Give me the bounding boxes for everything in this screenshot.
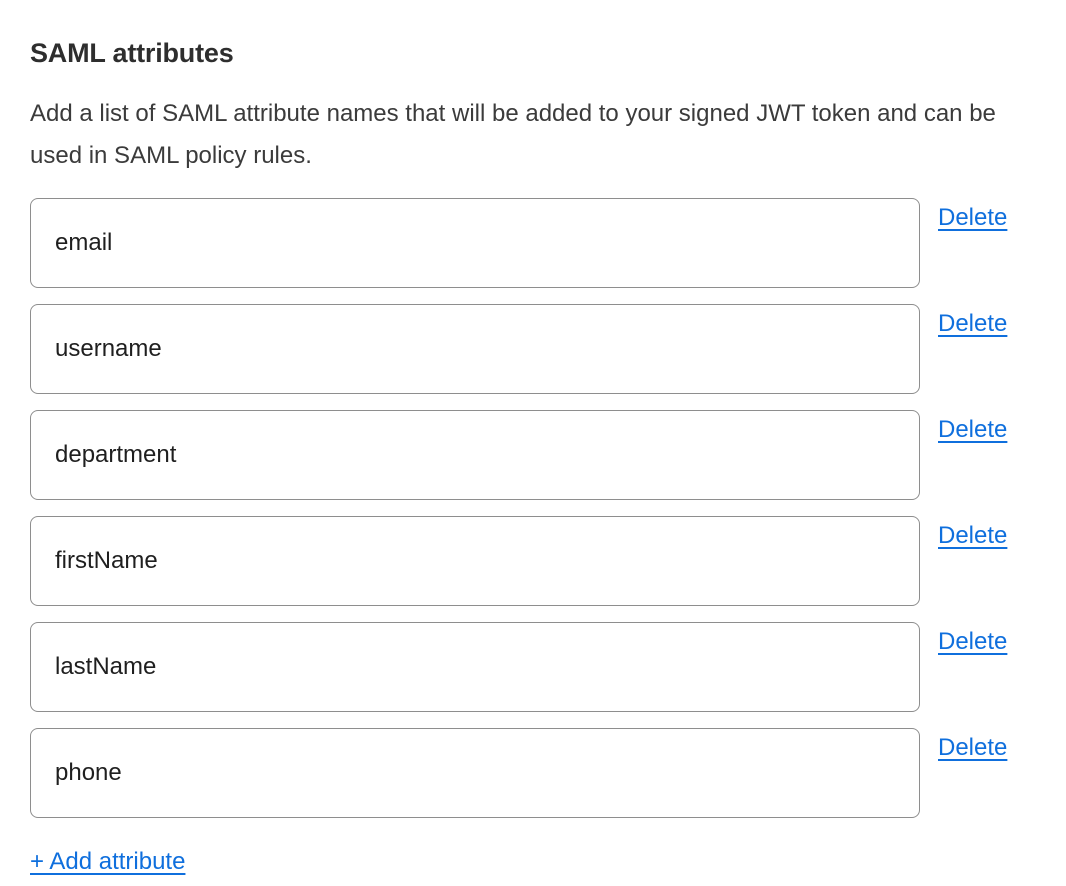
attribute-row: Delete [30,728,1036,818]
attribute-row: Delete [30,516,1036,606]
attribute-input[interactable] [30,410,920,500]
delete-attribute-link[interactable]: Delete [938,416,1007,445]
delete-attribute-link[interactable]: Delete [938,310,1007,339]
delete-attribute-link[interactable]: Delete [938,522,1007,551]
attribute-input[interactable] [30,198,920,288]
attribute-input[interactable] [30,622,920,712]
attribute-row: Delete [30,198,1036,288]
attribute-input[interactable] [30,304,920,394]
attribute-row: Delete [30,622,1036,712]
attribute-row: Delete [30,304,1036,394]
delete-attribute-link[interactable]: Delete [938,628,1007,657]
attribute-input[interactable] [30,516,920,606]
saml-attributes-section: SAML attributes Add a list of SAML attri… [0,0,1066,886]
attribute-input[interactable] [30,728,920,818]
attribute-row: Delete [30,410,1036,500]
delete-attribute-link[interactable]: Delete [938,734,1007,763]
section-title: SAML attributes [30,38,1036,69]
section-description: Add a list of SAML attribute names that … [30,93,1036,177]
add-attribute-link[interactable]: + Add attribute [30,848,185,877]
attribute-list: Delete Delete Delete Delete Delete Delet… [30,198,1036,818]
delete-attribute-link[interactable]: Delete [938,204,1007,233]
